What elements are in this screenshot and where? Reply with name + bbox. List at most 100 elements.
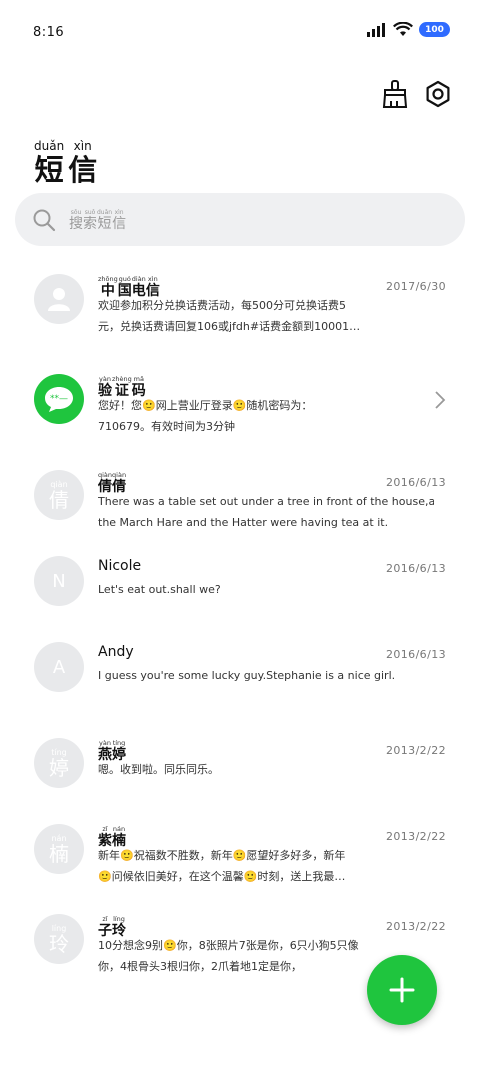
plus-icon (389, 977, 415, 1003)
avatar: A (34, 642, 84, 692)
status-icons: 100 (367, 22, 450, 37)
message-row[interactable]: N Nicole 2016/6/13 Let's eat out.shall we? (0, 554, 480, 644)
hanzi: 短 (97, 216, 112, 232)
pinyin: zǐ (102, 915, 108, 923)
avatar: líng 玲 (34, 914, 84, 964)
page-title: duǎn 短 xìn 信 (34, 135, 101, 187)
hanzi: 索 (83, 216, 97, 232)
preview-line: Let's eat out.shall we? (98, 583, 221, 596)
message-preview: 您好！您🙂网上营业厅登录🙂随机密码为： 710679。有效时间为3分钟 (98, 395, 434, 437)
message-preview: Let's eat out.shall we? (98, 579, 434, 600)
pinyin: qiàn (112, 471, 127, 479)
message-row[interactable]: zhōng 中 guó 国 diàn 电 xìn 信 2017/6/30 欢迎参加积分兑换话费活动… (0, 262, 480, 352)
pinyin: nán (112, 825, 126, 833)
settings-button[interactable] (420, 76, 456, 112)
gear-icon (426, 80, 450, 108)
ruby-char: duǎn 短 (97, 209, 112, 233)
message-date: 2013/2/22 (385, 830, 446, 843)
avatar-char: qiàn 倩 (49, 480, 69, 511)
message-date: 2013/2/22 (385, 744, 446, 757)
preview-line: There was a table set out under a tree i… (98, 495, 434, 508)
avatar: tíng 婷 (34, 738, 84, 788)
pinyin: duǎn (97, 209, 113, 216)
message-date: 2016/6/13 (385, 476, 446, 489)
search-icon (33, 209, 56, 232)
contact-name: Nicole (98, 558, 142, 574)
avatar: **— (34, 374, 84, 424)
status-bar: 8:16 100 (0, 0, 480, 66)
preview-line: 元，兑换话费请回复106或jfdh#话费金额到10001… (98, 320, 361, 333)
avatar: N (34, 556, 84, 606)
message-row[interactable]: nán 楠 zǐ 紫 nán 楠 2013/2/22 新年🙂祝福数不胜数，新年🙂愿望好多好多，… (0, 812, 480, 902)
broom-icon (382, 80, 408, 108)
pinyin: líng (113, 915, 125, 923)
pinyin: tíng (112, 739, 126, 747)
pinyin: guó (118, 275, 131, 283)
message-date: 2016/6/13 (385, 648, 446, 661)
ruby-char: suǒ 索 (83, 209, 97, 233)
pinyin: yàn (99, 375, 111, 383)
person-icon (48, 288, 70, 311)
preview-line: 新年🙂祝福数不胜数，新年🙂愿望好多好多，新年 (98, 849, 346, 862)
pinyin: diàn (131, 275, 146, 283)
message-row[interactable]: A Andy 2016/6/13 I guess you're some lucky … (0, 640, 480, 730)
avatar: qiàn 倩 (34, 470, 84, 520)
compose-button[interactable] (367, 955, 437, 1025)
pinyin: yàn (99, 739, 111, 747)
message-preview: 欢迎参加积分兑换话费活动，每500分可兑换话费5 元，兑换话费请回复106或jfd… (98, 295, 434, 337)
search-placeholder: sōu 搜 suǒ 索 duǎn 短 xìn 信 (69, 209, 126, 233)
message-date: 2016/6/13 (385, 562, 446, 575)
signal-icon (367, 22, 385, 37)
contact-name: Andy (98, 644, 134, 660)
pinyin: qiàn (98, 471, 113, 479)
message-date: 2017/6/30 (385, 280, 446, 293)
preview-line: 🙂问候依旧美好，在这个温馨🙂时刻，送上我最… (98, 870, 346, 883)
chevron-right-icon (435, 391, 446, 409)
pinyin: mǎ (133, 375, 144, 383)
pinyin: zhèng (112, 375, 132, 383)
avatar: nán 楠 (34, 824, 84, 874)
message-row[interactable]: tíng 婷 yàn 燕 tíng 婷 2013/2/22 嗯。收到啦。同乐同乐。 (0, 726, 480, 816)
preview-line: 欢迎参加积分兑换话费活动，每500分可兑换话费5 (98, 299, 346, 312)
chat-bubble-icon: **— (45, 387, 73, 412)
hanzi: 玲 (49, 931, 69, 956)
hanzi: 搜 (69, 216, 83, 232)
preview-line: 10分想念9别🙂你，8张照片7张是你，6只小狗5只像 (98, 939, 359, 952)
pinyin: zǐ (102, 825, 108, 833)
status-time: 8:16 (33, 25, 65, 40)
chevron-right-icon[interactable] (434, 390, 446, 414)
avatar-char: líng 玲 (49, 924, 69, 955)
title-char: duǎn 短 (34, 139, 65, 187)
pinyin: zhōng (98, 275, 118, 283)
preview-line: 710679。有效时间为3分钟 (98, 420, 235, 433)
preview-line: 嗯。收到啦。同乐同乐。 (98, 763, 219, 776)
message-preview: 嗯。收到啦。同乐同乐。 (98, 759, 434, 780)
avatar-letter: N (52, 570, 66, 592)
ruby-char: xìn 信 (112, 209, 126, 233)
pinyin: xìn (147, 275, 158, 283)
preview-line: 您好！您🙂网上营业厅登录🙂随机密码为： (98, 399, 313, 412)
message-date: 2013/2/22 (385, 920, 446, 933)
wifi-icon (393, 22, 413, 36)
avatar-letter: A (52, 656, 66, 678)
clean-button[interactable] (377, 76, 413, 112)
hanzi: 倩 (49, 487, 69, 512)
pinyin: sōu (70, 209, 82, 216)
avatar-char: tíng 婷 (49, 748, 69, 779)
message-preview: 新年🙂祝福数不胜数，新年🙂愿望好多好多，新年 🙂问候依旧美好，在这个温馨🙂时刻，送… (98, 845, 434, 887)
hanzi: 信 (112, 216, 127, 232)
avatar (34, 274, 84, 324)
message-row[interactable]: **— yàn 验 zhèng 证 mǎ 码您好！您🙂网上营业厅登录🙂随机密码为： 71067… (0, 362, 480, 452)
pinyin: suǒ (84, 209, 96, 216)
hanzi: 楠 (49, 841, 69, 866)
message-row[interactable]: qiàn 倩 qiàn 倩 qiàn 倩 2016/6/13 There was a tabl… (0, 458, 480, 548)
avatar-char: nán 楠 (49, 834, 69, 865)
battery-indicator: 100 (419, 22, 450, 37)
ruby-char: sōu 搜 (69, 209, 83, 233)
title-char: xìn 信 (68, 139, 98, 187)
preview-line: I guess you're some lucky guy.Stephanie … (98, 669, 396, 682)
preview-line: the March Hare and the Hatter were havin… (98, 516, 389, 529)
pinyin: xìn (114, 209, 124, 216)
search-input[interactable]: sōu 搜 suǒ 索 duǎn 短 xìn 信 (15, 193, 465, 246)
message-preview: I guess you're some lucky guy.Stephanie … (98, 665, 434, 686)
